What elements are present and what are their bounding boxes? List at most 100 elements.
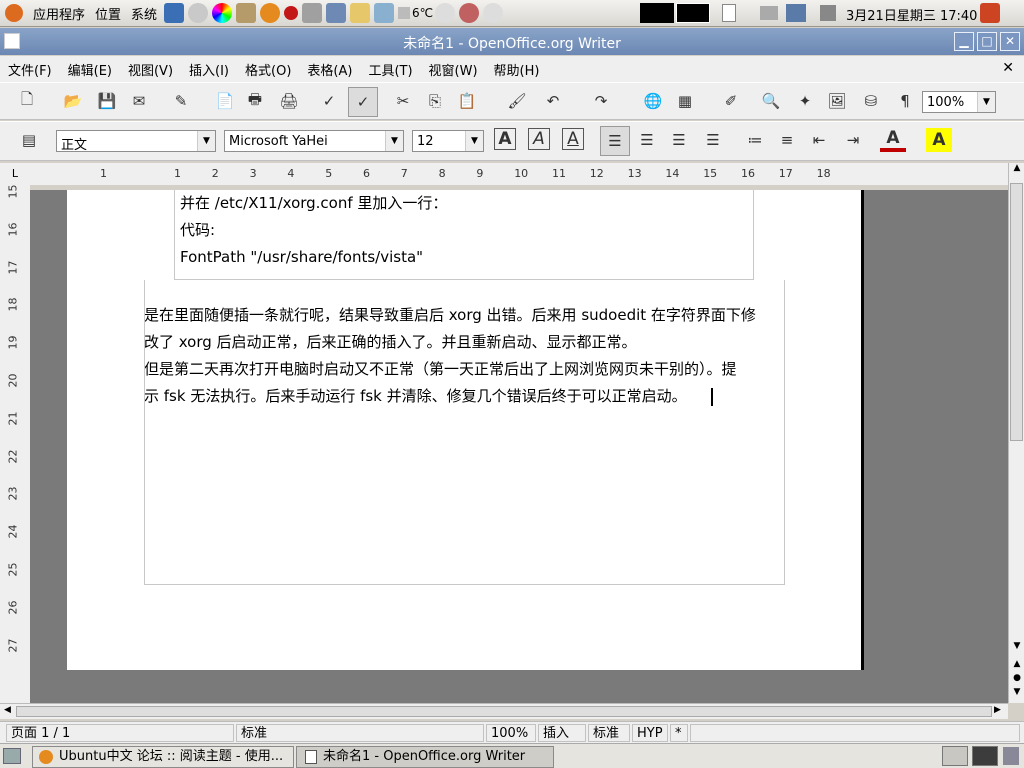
page[interactable]: 并在 /etc/X11/xorg.conf 里加入一行： 代码: FontPat… bbox=[67, 190, 864, 670]
menu-insert[interactable]: 插入(I) bbox=[181, 60, 237, 79]
horizontal-ruler[interactable]: 1 1 2 3 4 5 6 7 8 9 10 11 12 13 14 15 16 17 18 bbox=[30, 163, 1008, 185]
menu-edit[interactable]: 编辑(E) bbox=[60, 60, 120, 79]
quote-line[interactable]: 代码: bbox=[180, 217, 215, 244]
scroll-thumb[interactable] bbox=[16, 706, 992, 717]
folder-icon[interactable] bbox=[350, 3, 371, 23]
bold-button[interactable]: A bbox=[494, 128, 516, 150]
print-icon[interactable]: 🖶 bbox=[242, 89, 268, 113]
paste-icon[interactable]: 📋 bbox=[454, 89, 480, 113]
shutdown-icon[interactable] bbox=[980, 3, 1000, 23]
increase-indent-icon[interactable]: ⇥ bbox=[840, 128, 866, 152]
status-hyperlink-mode[interactable]: HYP bbox=[632, 724, 668, 742]
vertical-ruler[interactable]: 15 16 17 18 19 20 21 22 23 24 25 26 27 bbox=[0, 185, 30, 705]
navigation-icon[interactable]: ▼ bbox=[1010, 687, 1024, 701]
show-desktop-icon[interactable] bbox=[3, 748, 21, 764]
menu-table[interactable]: 表格(A) bbox=[299, 60, 360, 79]
chevron-down-icon[interactable]: ▼ bbox=[385, 131, 403, 151]
audio-player-icon[interactable] bbox=[188, 3, 209, 23]
color-wheel-icon[interactable] bbox=[212, 3, 233, 23]
clock[interactable]: 3月21日星期三 17:40 bbox=[846, 5, 977, 24]
status-zoom[interactable]: 100% bbox=[486, 724, 536, 742]
window-titlebar[interactable]: 未命名1 - OpenOffice.org Writer ▁ □ ✕ bbox=[0, 28, 1024, 55]
ubuntu-logo-icon[interactable] bbox=[0, 0, 28, 27]
undo-icon[interactable]: ↶ bbox=[540, 89, 566, 113]
scroll-down-icon[interactable]: ▼ bbox=[1010, 641, 1024, 655]
task-browser[interactable]: Ubuntu中文 论坛 :: 阅读主题 - 使用... bbox=[32, 746, 294, 768]
close-window-button[interactable]: ✕ bbox=[1000, 32, 1020, 51]
align-right-icon[interactable]: ☰ bbox=[666, 128, 692, 152]
font-color-icon[interactable]: A bbox=[880, 128, 906, 152]
chevron-down-icon[interactable]: ▼ bbox=[977, 92, 995, 112]
vertical-scrollbar[interactable]: ▲ ▼ ▲ ● ▼ bbox=[1008, 163, 1024, 703]
save-icon[interactable]: 💾 bbox=[94, 89, 120, 113]
print-preview-icon[interactable]: 🖨 bbox=[276, 89, 302, 113]
image-viewer-icon[interactable] bbox=[374, 3, 395, 23]
email-icon[interactable]: ✉ bbox=[126, 89, 152, 113]
cut-icon[interactable]: ✂ bbox=[390, 89, 416, 113]
chevron-down-icon[interactable]: ▼ bbox=[465, 131, 483, 151]
font-size-select[interactable]: 12 ▼ bbox=[412, 130, 484, 152]
document-area[interactable]: 并在 /etc/X11/xorg.conf 里加入一行： 代码: FontPat… bbox=[30, 190, 1008, 703]
underline-button[interactable]: A bbox=[562, 128, 584, 150]
bullets-icon[interactable]: ≡ bbox=[774, 128, 800, 152]
status-page-style[interactable]: 标准 bbox=[236, 724, 484, 742]
spellcheck-icon[interactable]: ✓ bbox=[316, 89, 342, 113]
record-icon[interactable] bbox=[284, 6, 299, 20]
menu-view[interactable]: 视图(V) bbox=[120, 60, 181, 79]
highlight-icon[interactable]: A bbox=[926, 128, 952, 152]
system-menu[interactable]: 系统 bbox=[126, 0, 162, 27]
align-center-icon[interactable]: ☰ bbox=[634, 128, 660, 152]
trash-icon[interactable] bbox=[1003, 747, 1019, 765]
task-writer[interactable]: 未命名1 - OpenOffice.org Writer bbox=[296, 746, 554, 768]
computer-icon[interactable] bbox=[326, 3, 347, 23]
italic-button[interactable]: A bbox=[528, 128, 550, 150]
notes-icon[interactable] bbox=[722, 4, 736, 22]
printer-icon[interactable] bbox=[760, 6, 778, 20]
ruler-corner[interactable]: L bbox=[0, 163, 30, 185]
menu-file[interactable]: 文件(F) bbox=[0, 60, 60, 79]
system-monitor-icon[interactable] bbox=[164, 3, 185, 23]
autospellcheck-icon[interactable]: ✓ bbox=[348, 87, 378, 117]
hyperlink-icon[interactable]: 🌐 bbox=[640, 89, 666, 113]
open-icon[interactable]: 📂 bbox=[60, 89, 86, 113]
export-pdf-icon[interactable]: 📄 bbox=[212, 89, 238, 113]
copy-icon[interactable]: ⎘ bbox=[422, 89, 448, 113]
tool-icon[interactable] bbox=[302, 3, 323, 23]
menu-window[interactable]: 视窗(W) bbox=[421, 60, 486, 79]
redo-icon[interactable]: ↷ bbox=[588, 89, 614, 113]
formatting-marks-icon[interactable]: ¶ bbox=[892, 89, 918, 113]
menu-help[interactable]: 帮助(H) bbox=[486, 60, 548, 79]
scroll-right-icon[interactable]: ▶ bbox=[994, 705, 1001, 715]
find-icon[interactable]: 🔍 bbox=[758, 89, 784, 113]
menu-format[interactable]: 格式(O) bbox=[237, 60, 299, 79]
datasource-icon[interactable]: ⛁ bbox=[858, 89, 884, 113]
quote-line[interactable]: FontPath "/usr/share/fonts/vista" bbox=[180, 244, 423, 271]
numbering-icon[interactable]: ≔ bbox=[742, 128, 768, 152]
scroll-left-icon[interactable]: ◀ bbox=[4, 705, 11, 715]
status-insert-mode[interactable]: 插入 bbox=[538, 724, 586, 742]
navigation-icon[interactable]: ● bbox=[1010, 673, 1024, 687]
minimize-button[interactable]: ▁ bbox=[954, 32, 974, 51]
quote-line[interactable]: 并在 /etc/X11/xorg.conf 里加入一行： bbox=[180, 190, 447, 217]
align-left-icon[interactable]: ☰ bbox=[600, 126, 630, 156]
justify-icon[interactable]: ☰ bbox=[700, 128, 726, 152]
applet-icon[interactable] bbox=[435, 3, 456, 23]
close-document-button[interactable]: ✕ bbox=[1002, 60, 1014, 76]
applet-icon[interactable] bbox=[459, 3, 480, 23]
font-name-select[interactable]: Microsoft YaHei ▼ bbox=[224, 130, 404, 152]
new-document-icon[interactable]: 🗋 bbox=[14, 89, 40, 113]
scroll-thumb[interactable] bbox=[1010, 183, 1023, 441]
table-icon[interactable]: ▦ bbox=[672, 89, 698, 113]
chevron-down-icon[interactable]: ▼ bbox=[197, 131, 215, 151]
network-icon[interactable] bbox=[786, 4, 806, 22]
decrease-indent-icon[interactable]: ⇤ bbox=[806, 128, 832, 152]
paragraph-style-select[interactable]: 正文 ▼ bbox=[56, 130, 216, 153]
navigation-icon[interactable]: ▲ bbox=[1010, 659, 1024, 673]
places-menu[interactable]: 位置 bbox=[90, 0, 126, 27]
menu-tools[interactable]: 工具(T) bbox=[360, 60, 420, 79]
styles-icon[interactable]: ▤ bbox=[16, 128, 42, 152]
navigator-icon[interactable]: ✦ bbox=[792, 89, 818, 113]
gallery-icon[interactable]: 🖼 bbox=[824, 89, 850, 113]
volume-icon[interactable] bbox=[820, 5, 836, 21]
horizontal-scrollbar[interactable]: ◀ ▶ bbox=[0, 703, 1008, 719]
